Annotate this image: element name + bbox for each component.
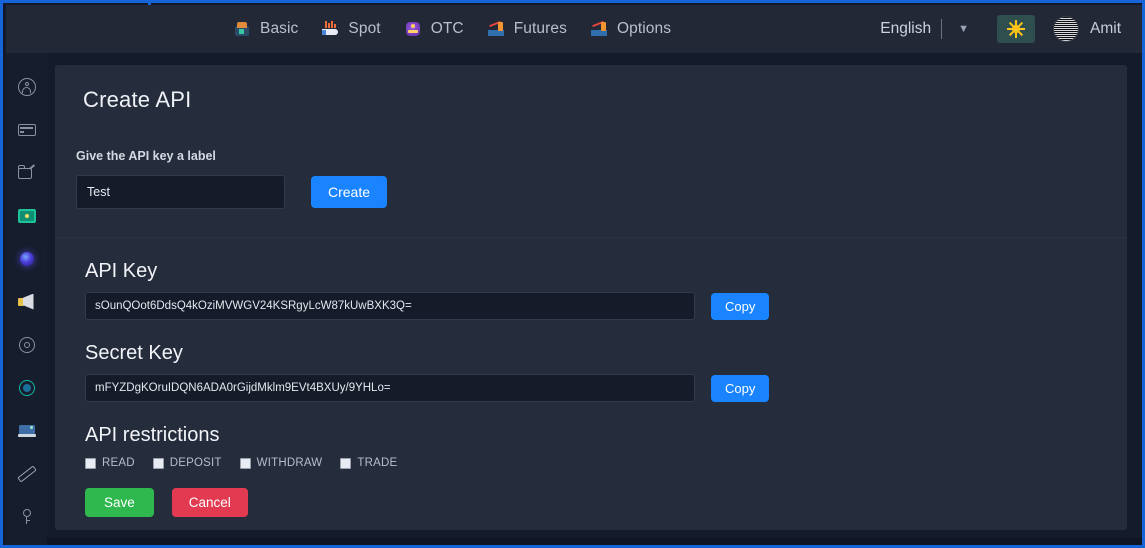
spot-chart-icon: [322, 21, 339, 37]
sidebar-item-orb[interactable]: [6, 237, 47, 280]
sidebar-item-tools[interactable]: [6, 452, 47, 495]
sidebar-item-wallet[interactable]: [6, 194, 47, 237]
api-card: Create API Give the API key a label Crea…: [55, 65, 1127, 530]
ruler-icon: [16, 464, 37, 483]
nav-item-basic[interactable]: Basic: [222, 5, 310, 53]
page-title: Create API: [83, 87, 192, 112]
checkbox-withdraw[interactable]: [239, 457, 251, 469]
bottom-strip: [47, 538, 1142, 545]
create-button[interactable]: Create: [311, 176, 388, 208]
sidebar-item-cards[interactable]: [6, 108, 47, 151]
language-divider: [941, 19, 943, 39]
options-chart-icon: [590, 20, 608, 37]
api-restrictions-row: READ DEPOSIT WITHDRAW TRADE: [55, 457, 1127, 469]
api-key-heading: API Key: [85, 260, 158, 282]
label-input-row: Create: [55, 175, 1127, 209]
api-key-input[interactable]: [85, 292, 695, 320]
key-search-icon: [18, 508, 36, 526]
nav-item-futures[interactable]: Futures: [476, 5, 579, 53]
api-label-input[interactable]: [76, 175, 285, 209]
nav-label-otc: OTC: [430, 20, 464, 37]
sidebar-item-announcements[interactable]: [6, 280, 47, 323]
nav-item-otc[interactable]: OTC: [393, 5, 476, 53]
create-api-section: Create API Give the API key a label Crea…: [55, 65, 1127, 237]
nav-label-futures: Futures: [513, 20, 567, 37]
top-navbar: Basic Spot OTC Futures Options English ▼: [6, 5, 1142, 53]
gear-icon: [18, 336, 36, 354]
target-icon: [18, 379, 36, 397]
checkbox-trade[interactable]: [340, 457, 352, 469]
secret-key-input[interactable]: [85, 374, 695, 402]
cancel-button[interactable]: Cancel: [171, 488, 248, 517]
card-icon: [17, 121, 36, 139]
sidebar-item-export[interactable]: [6, 151, 47, 194]
wallet-icon: [17, 207, 36, 225]
restriction-trade[interactable]: TRADE: [340, 457, 397, 469]
checkbox-read[interactable]: [85, 457, 96, 469]
sidebar-item-devices[interactable]: [6, 409, 47, 452]
nav-label-options: Options: [616, 20, 672, 37]
orb-icon: [18, 250, 36, 268]
avatar[interactable]: [1053, 16, 1079, 42]
sun-icon: [1007, 20, 1025, 38]
otc-box-icon: [405, 21, 422, 37]
basic-chart-icon: [234, 21, 251, 37]
window-top-border: [151, 0, 1142, 3]
save-button[interactable]: Save: [85, 488, 154, 517]
api-restrictions-heading: API restrictions: [85, 424, 220, 446]
restriction-label-read: READ: [102, 457, 135, 469]
copy-api-key-button[interactable]: Copy: [711, 292, 770, 320]
language-label[interactable]: English: [880, 20, 931, 38]
folder-export-icon: [17, 163, 36, 182]
nav-label-basic: Basic: [260, 20, 299, 37]
language-selector[interactable]: English ▼: [880, 19, 981, 39]
keys-section: API Key Copy Secret Key Copy API restric…: [55, 238, 1127, 517]
sidebar-item-settings[interactable]: [6, 323, 47, 366]
browser-tab-stub: [3, 0, 151, 5]
left-sidebar: [6, 53, 47, 545]
restriction-label-deposit: DEPOSIT: [169, 457, 222, 469]
app-window: Basic Spot OTC Futures Options English ▼: [0, 0, 1145, 548]
label-hint: Give the API key a label: [76, 149, 216, 163]
chevron-down-icon[interactable]: ▼: [952, 21, 975, 37]
api-key-row: Copy: [55, 292, 1127, 320]
main-content: Create API Give the API key a label Crea…: [47, 53, 1142, 545]
navbar-right-group: English ▼ Amit: [880, 15, 1142, 43]
restriction-withdraw[interactable]: WITHDRAW: [239, 457, 323, 469]
restriction-read[interactable]: READ: [85, 457, 135, 469]
copy-secret-key-button[interactable]: Copy: [711, 374, 770, 402]
secret-key-heading: Secret Key: [85, 342, 183, 364]
nav-label-spot: Spot: [348, 20, 381, 37]
laptop-icon: [17, 422, 36, 440]
action-buttons-row: Save Cancel: [55, 488, 1127, 517]
restriction-label-trade: TRADE: [357, 457, 398, 469]
restriction-label-withdraw: WITHDRAW: [256, 457, 323, 469]
restriction-deposit[interactable]: DEPOSIT: [152, 457, 222, 469]
nav-item-spot[interactable]: Spot: [310, 5, 392, 53]
checkbox-deposit[interactable]: [152, 457, 164, 469]
secret-key-row: Copy: [55, 374, 1127, 402]
futures-chart-icon: [487, 20, 505, 37]
theme-toggle-button[interactable]: [997, 15, 1035, 43]
user-name[interactable]: Amit: [1090, 20, 1121, 38]
sidebar-item-target[interactable]: [6, 366, 47, 409]
user-circle-icon: [17, 77, 36, 96]
megaphone-icon: [17, 293, 36, 311]
sidebar-item-api-keys[interactable]: [6, 495, 47, 538]
nav-item-options[interactable]: Options: [579, 5, 683, 53]
sidebar-item-profile[interactable]: [6, 65, 47, 108]
